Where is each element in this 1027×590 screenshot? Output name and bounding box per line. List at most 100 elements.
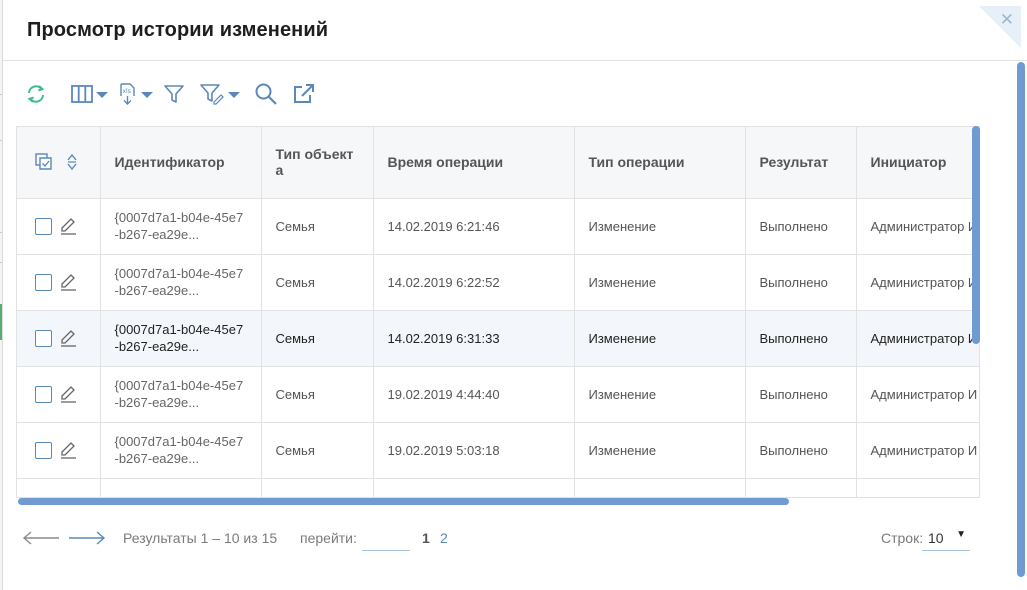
identifier-line-1: {0007d7a1-b04e-45e7: [114, 322, 244, 337]
row-checkbox[interactable]: [35, 385, 52, 403]
cell-initiator: Администратор И: [856, 422, 979, 479]
table-row[interactable]: {0007d7a1-b04e-45e7: [17, 478, 979, 497]
select-all-icon[interactable]: [35, 153, 53, 171]
row-controls: [17, 254, 101, 311]
cell-initiator: Администратор И: [856, 198, 979, 255]
cell-object-type: Семья: [261, 310, 374, 367]
export-xls-icon: xls: [120, 83, 135, 105]
column-header-initiator[interactable]: Инициатор: [856, 127, 979, 199]
cell-operation-time: 14.02.2019 6:31:33: [373, 310, 575, 367]
open-external-icon: [294, 84, 314, 103]
identifier-line-2: -b267-ea29e...: [114, 451, 200, 466]
export-xls-button[interactable]: xls: [118, 82, 153, 106]
row-controls: [17, 310, 101, 367]
cell-operation-type: Изменение: [574, 254, 746, 311]
row-checkbox[interactable]: [35, 329, 52, 347]
identifier-line-1: {0007d7a1-b04e-45e7: [114, 378, 244, 393]
cell-object-type: Семья: [261, 198, 374, 255]
cell-operation-time: 19.02.2019 4:44:40: [373, 366, 575, 423]
column-header-result[interactable]: Результат: [745, 127, 857, 199]
rows-per-page-select[interactable]: 10 ▼: [922, 526, 970, 551]
table-row[interactable]: {0007d7a1-b04e-45e7 -b267-ea29e... Семья 14…: [17, 254, 979, 311]
close-icon[interactable]: ✕: [1000, 10, 1014, 30]
rows-per-page-label: Строк:: [881, 530, 924, 546]
cell-result: Выполнено: [745, 254, 857, 311]
row-controls: [17, 478, 101, 497]
table-row[interactable]: {0007d7a1-b04e-45e7 -b267-ea29e... Семья 14…: [17, 310, 979, 367]
pencil-icon[interactable]: [59, 273, 77, 291]
refresh-icon: [27, 85, 45, 103]
header-row: Идентификатор Тип объект а Время операци…: [17, 127, 979, 199]
history-table: Идентификатор Тип объект а Время операци…: [17, 127, 979, 497]
chevron-down-icon: [228, 92, 240, 98]
cell-initiator: Администратор И: [856, 310, 979, 367]
grid-vertical-scrollbar[interactable]: [972, 126, 980, 344]
cell-initiator: Администратор И: [856, 366, 979, 423]
identifier-line-1: {0007d7a1-b04e-45e7: [114, 434, 244, 449]
cell-operation-time: 19.02.2019 5:03:18: [373, 422, 575, 479]
row-checkbox[interactable]: [35, 217, 52, 235]
prev-page-arrow-icon[interactable]: [22, 530, 60, 546]
goto-label: перейти:: [300, 530, 357, 546]
cell-identifier: {0007d7a1-b04e-45e7 -b267-ea29e...: [100, 198, 262, 255]
row-checkbox[interactable]: [35, 273, 52, 291]
cell-operation-time: 14.02.2019 6:21:46: [373, 198, 575, 255]
cell-initiator: Администратор И: [856, 254, 979, 311]
cell-operation-type: Изменение: [574, 310, 746, 367]
chevron-down-icon: [96, 92, 108, 98]
cell-operation-type: Изменение: [574, 422, 746, 479]
dialog-vertical-scrollbar[interactable]: [1017, 62, 1025, 577]
next-page-arrow-icon[interactable]: [68, 530, 106, 546]
filter-button[interactable]: [163, 83, 185, 105]
table-row[interactable]: {0007d7a1-b04e-45e7 -b267-ea29e... Семья 19…: [17, 422, 979, 479]
svg-text:xls: xls: [123, 88, 131, 95]
identifier-line-1: {0007d7a1-b04e-45e7: [114, 210, 244, 225]
cell-identifier: {0007d7a1-b04e-45e7 -b267-ea29e...: [100, 422, 262, 479]
chevron-down-icon: [141, 92, 153, 98]
open-external-button[interactable]: [292, 83, 316, 105]
column-header-operation-type[interactable]: Тип операции: [574, 127, 746, 199]
cell-operation-type: Изменение: [574, 366, 746, 423]
cell-identifier: {0007d7a1-b04e-45e7 -b267-ea29e...: [100, 366, 262, 423]
pencil-icon[interactable]: [59, 217, 77, 235]
column-header-operation-time[interactable]: Время операции: [373, 127, 575, 199]
grid-toolbar: xls: [25, 80, 326, 108]
refresh-button[interactable]: [25, 83, 47, 105]
pencil-icon[interactable]: [59, 385, 77, 403]
pencil-icon[interactable]: [59, 329, 77, 347]
search-icon: [255, 83, 277, 105]
table-row[interactable]: {0007d7a1-b04e-45e7 -b267-ea29e... Семья 14…: [17, 198, 979, 255]
row-controls: [17, 198, 101, 255]
identifier-line-1: {0007d7a1-b04e-45e7: [114, 266, 244, 281]
page: Просмотр истории изменений ✕ xls Идентиф…: [0, 0, 1027, 590]
cell-identifier: {0007d7a1-b04e-45e7 -b267-ea29e...: [100, 254, 262, 311]
sort-icon[interactable]: [65, 153, 79, 171]
chevron-down-icon: ▼: [956, 529, 966, 540]
goto-page-input[interactable]: [362, 526, 410, 551]
row-controls: [17, 366, 101, 423]
cell-initiator: [856, 478, 979, 497]
cell-object-type: Семья: [261, 366, 374, 423]
row-controls: [17, 422, 101, 479]
page-link-2[interactable]: 2: [440, 530, 448, 546]
filter-icon: [164, 85, 184, 103]
filter-edit-button[interactable]: [199, 82, 240, 106]
results-summary: Результаты 1 – 10 из 15: [123, 530, 278, 546]
pencil-icon[interactable]: [59, 441, 77, 459]
dialog-title: Просмотр истории изменений: [27, 19, 329, 41]
column-header-identifier[interactable]: Идентификатор: [100, 127, 262, 199]
table-row[interactable]: {0007d7a1-b04e-45e7 -b267-ea29e... Семья 19…: [17, 366, 979, 423]
row-checkbox[interactable]: [35, 441, 52, 459]
header-controls: [17, 127, 101, 199]
close-button[interactable]: ✕: [979, 6, 1021, 48]
page-link-1[interactable]: 1: [422, 530, 430, 546]
columns-button[interactable]: [71, 84, 108, 104]
column-header-object-type[interactable]: Тип объект а: [261, 127, 374, 199]
rows-per-page-value: 10: [928, 530, 944, 546]
grid-horizontal-scrollbar[interactable]: [18, 498, 789, 505]
cell-identifier: {0007d7a1-b04e-45e7: [100, 478, 262, 497]
cell-result: Выполнено: [745, 310, 857, 367]
dialog-header: Просмотр истории изменений ✕: [3, 0, 1027, 61]
search-button[interactable]: [254, 82, 278, 106]
cell-result: [745, 478, 857, 497]
